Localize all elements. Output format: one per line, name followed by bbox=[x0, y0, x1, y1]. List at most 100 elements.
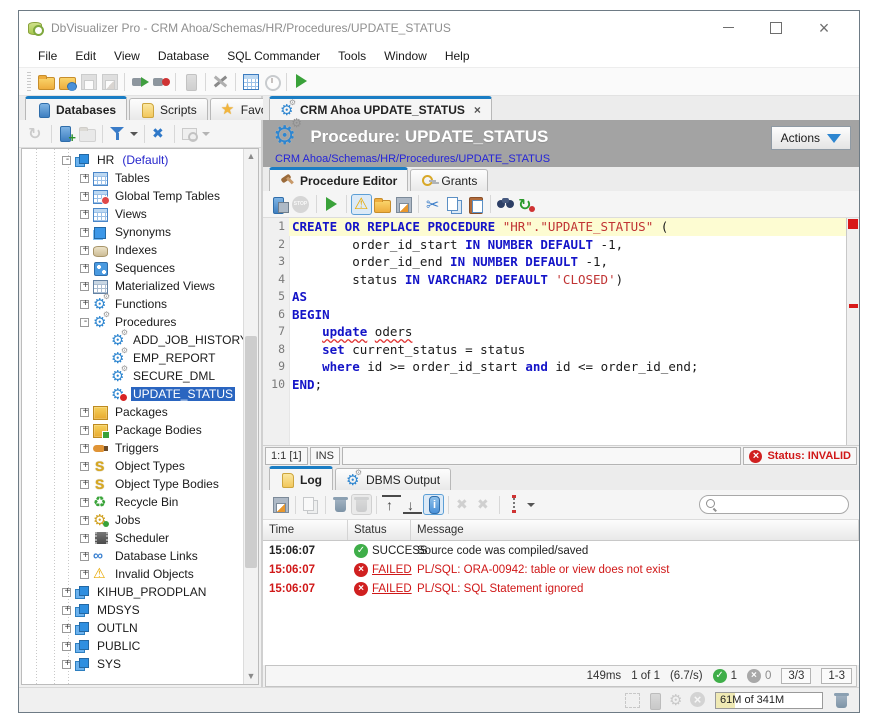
tools-icon[interactable] bbox=[211, 72, 230, 91]
code-line[interactable]: 2 order_id_start IN NUMBER DEFAULT -1, bbox=[263, 236, 846, 254]
scroll-top-icon[interactable] bbox=[382, 495, 401, 514]
tree-item[interactable]: Database Links bbox=[22, 547, 243, 565]
expander-icon[interactable] bbox=[80, 408, 89, 417]
run-arrow-icon[interactable] bbox=[292, 72, 311, 91]
stop-icon[interactable] bbox=[292, 195, 311, 214]
code-line[interactable]: 5AS bbox=[263, 288, 846, 306]
tree-item[interactable]: Object Types bbox=[22, 457, 243, 475]
log-row[interactable]: 15:06:07 ✓ × FAILED PL/SQL: SQL Statemen… bbox=[263, 579, 859, 598]
separator[interactable] bbox=[124, 73, 125, 91]
column-header-message[interactable]: Message bbox=[411, 520, 859, 540]
expander-icon[interactable] bbox=[80, 318, 89, 327]
add-folder-icon[interactable] bbox=[78, 124, 97, 143]
expander-icon[interactable] bbox=[80, 444, 89, 453]
expander-icon[interactable] bbox=[62, 624, 71, 633]
expander-icon[interactable] bbox=[80, 516, 89, 525]
log-tab[interactable]: DBMS Output bbox=[335, 468, 451, 490]
menu-item[interactable]: File bbox=[29, 46, 66, 66]
tree-scrollbar[interactable]: ▲ ▼ bbox=[243, 149, 258, 684]
expander-icon[interactable] bbox=[80, 300, 89, 309]
scrollbar-thumb[interactable] bbox=[245, 336, 257, 568]
tree-item[interactable]: Triggers bbox=[22, 439, 243, 457]
tree-item[interactable]: Invalid Objects bbox=[22, 565, 243, 583]
paste-icon[interactable] bbox=[466, 195, 485, 214]
expander-icon[interactable] bbox=[62, 660, 71, 669]
code-line[interactable]: 9 where id >= order_id_start and id <= o… bbox=[263, 358, 846, 376]
tree-item[interactable]: Package Bodies bbox=[22, 421, 243, 439]
expander-icon[interactable] bbox=[62, 156, 71, 165]
error-marker-top[interactable] bbox=[848, 219, 858, 229]
tree-item[interactable]: PUBLIC bbox=[22, 637, 243, 655]
separator[interactable] bbox=[286, 73, 287, 91]
tree-item[interactable]: HR (Default) bbox=[22, 151, 243, 169]
code-line[interactable]: 1CREATE OR REPLACE PROCEDURE "HR"."UPDAT… bbox=[263, 218, 846, 236]
dropdown-arrow-icon[interactable] bbox=[201, 124, 211, 143]
code-line[interactable]: 8 set current_status = status bbox=[263, 341, 846, 359]
separator[interactable] bbox=[174, 125, 175, 143]
log-row[interactable]: 15:06:07 ✓ × FAILED PL/SQL: ORA-00942: t… bbox=[263, 560, 859, 579]
server-icon[interactable] bbox=[181, 72, 200, 91]
collapse-all-icon[interactable] bbox=[150, 124, 169, 143]
spacing-icon[interactable] bbox=[505, 495, 524, 514]
open-folder-icon[interactable] bbox=[37, 72, 56, 91]
save-edit-icon[interactable] bbox=[271, 495, 290, 514]
editor-tab[interactable]: Grants bbox=[410, 169, 488, 191]
expander-icon[interactable] bbox=[80, 480, 89, 489]
tree-item[interactable]: Tables bbox=[22, 169, 243, 187]
window-control-button[interactable] bbox=[767, 19, 785, 37]
expander-icon[interactable] bbox=[80, 552, 89, 561]
menu-item[interactable]: Database bbox=[149, 46, 218, 66]
window-control-button[interactable] bbox=[815, 19, 833, 37]
separator[interactable] bbox=[175, 73, 176, 91]
log-search-input[interactable] bbox=[721, 499, 842, 511]
scroll-down-icon[interactable]: ▼ bbox=[244, 669, 258, 684]
code-line[interactable]: 6BEGIN bbox=[263, 306, 846, 324]
navigator-tab[interactable]: Scripts bbox=[129, 98, 208, 120]
tree-item[interactable]: KIHUB_PRODPLAN bbox=[22, 583, 243, 601]
expander-icon[interactable] bbox=[80, 246, 89, 255]
tree-item[interactable]: SECURE_DML bbox=[22, 367, 243, 385]
expander-icon[interactable] bbox=[62, 606, 71, 615]
find-icon[interactable] bbox=[496, 195, 515, 214]
code-area[interactable]: 1CREATE OR REPLACE PROCEDURE "HR"."UPDAT… bbox=[263, 218, 846, 445]
expander-icon[interactable] bbox=[80, 192, 89, 201]
tree-item[interactable]: UPDATE_STATUS bbox=[22, 385, 243, 403]
save-edit-icon[interactable] bbox=[394, 195, 413, 214]
tree-item[interactable]: Sequences bbox=[22, 259, 243, 277]
error-circle-icon[interactable] bbox=[689, 691, 708, 710]
menu-item[interactable]: SQL Commander bbox=[218, 46, 329, 66]
menu-item[interactable]: View bbox=[105, 46, 149, 66]
tree-item[interactable]: OUTLN bbox=[22, 619, 243, 637]
grid-window-icon[interactable] bbox=[241, 72, 260, 91]
tree-item[interactable]: Jobs bbox=[22, 511, 243, 529]
breadcrumb[interactable]: CRM Ahoa/Schemas/HR/Procedures/UPDATE_ST… bbox=[275, 153, 851, 165]
error-marker-line[interactable] bbox=[849, 304, 858, 308]
execute-icon[interactable] bbox=[322, 195, 341, 214]
log-tab[interactable]: Log bbox=[269, 466, 333, 490]
open-folder-icon[interactable] bbox=[373, 195, 392, 214]
filter-icon[interactable] bbox=[108, 124, 127, 143]
add-connection-icon[interactable] bbox=[57, 124, 76, 143]
tree-item[interactable]: Object Type Bodies bbox=[22, 475, 243, 493]
warnings-toggle-icon[interactable] bbox=[352, 195, 371, 214]
navigator-tab[interactable]: Databases bbox=[25, 96, 127, 120]
cut-icon[interactable] bbox=[424, 195, 443, 214]
gc-trash-icon[interactable] bbox=[832, 691, 851, 710]
save-procedure-icon[interactable] bbox=[271, 195, 290, 214]
separator[interactable] bbox=[499, 496, 500, 514]
refresh-icon[interactable] bbox=[27, 124, 46, 143]
window-control-button[interactable] bbox=[719, 19, 737, 37]
folder-gear-icon[interactable] bbox=[58, 72, 77, 91]
selection-icon[interactable] bbox=[623, 691, 642, 710]
dropdown-arrow-icon[interactable] bbox=[526, 495, 536, 514]
save-icon[interactable] bbox=[79, 72, 98, 91]
expander-icon[interactable] bbox=[62, 588, 71, 597]
expander-icon[interactable] bbox=[80, 282, 89, 291]
separator[interactable] bbox=[205, 73, 206, 91]
tree-item[interactable]: Scheduler bbox=[22, 529, 243, 547]
tree-item[interactable]: Recycle Bin bbox=[22, 493, 243, 511]
tree-item[interactable]: Packages bbox=[22, 403, 243, 421]
expander-icon[interactable] bbox=[80, 426, 89, 435]
expander-icon[interactable] bbox=[80, 174, 89, 183]
locate-icon[interactable] bbox=[180, 124, 199, 143]
